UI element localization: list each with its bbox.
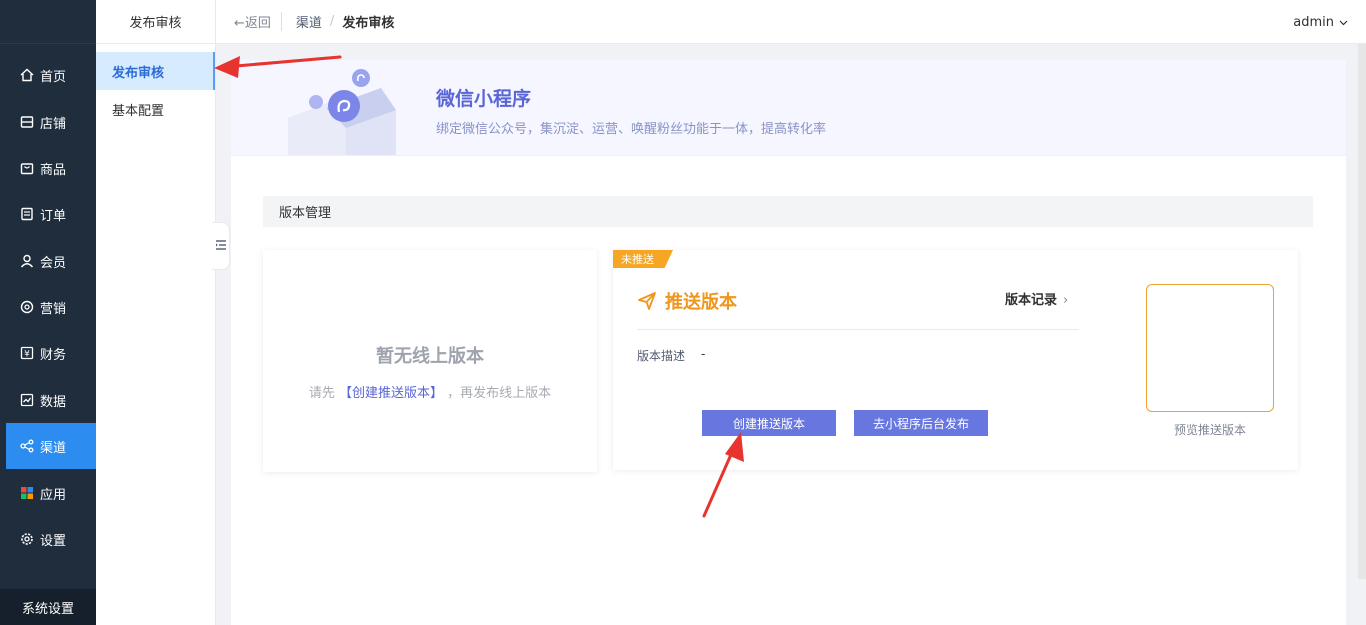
version-desc-value: - xyxy=(701,347,706,361)
username: admin xyxy=(1293,14,1334,30)
push-title: 推送版本 xyxy=(637,288,737,314)
nav-item-store[interactable]: 店铺 xyxy=(0,99,96,145)
subnav-item-basic-config[interactable]: 基本配置 xyxy=(96,90,215,128)
push-title-text: 推送版本 xyxy=(665,292,737,313)
preview-label: 预览推送版本 xyxy=(1173,423,1246,437)
subnav-title: 发布审核 xyxy=(96,0,215,44)
online-version-card: 暂无线上版本 请先 【创建推送版本】 ，再发布线上版本 xyxy=(263,250,597,472)
sub-nav: 发布审核 发布审核 基本配置 xyxy=(96,0,216,625)
nav-label: 数据 xyxy=(40,394,67,410)
nav-label: 首页 xyxy=(40,69,67,85)
collapse-sidebar-toggle[interactable] xyxy=(212,222,230,270)
yuan-icon: ¥ xyxy=(20,346,34,360)
empty-tip: 请先 【创建推送版本】 ，再发布线上版本 xyxy=(263,382,597,401)
breadcrumb-channel[interactable]: 渠道 xyxy=(296,12,322,31)
empty-title: 暂无线上版本 xyxy=(376,346,484,367)
chevron-down-icon xyxy=(1339,18,1348,27)
create-push-version-button[interactable]: 创建推送版本 xyxy=(702,410,836,436)
nav-item-data[interactable]: 数据 xyxy=(0,377,96,423)
chevron-right-icon: › xyxy=(1063,293,1069,308)
nav-item-settings[interactable]: 设置 xyxy=(0,516,96,562)
main-content: 微信小程序 绑定微信公众号，集沉淀、运营、唤醒粉丝功能于一体，提高转化率 版本管… xyxy=(231,60,1346,625)
chart-icon xyxy=(20,393,34,407)
logo-area xyxy=(0,0,96,44)
status-badge: 未推送 xyxy=(613,250,673,268)
user-menu[interactable]: admin xyxy=(1293,0,1348,44)
section-title: 版本管理 xyxy=(263,196,1313,227)
banner-subtitle: 绑定微信公众号，集沉淀、运营、唤醒粉丝功能于一体，提高转化率 xyxy=(436,122,827,137)
nav-label: 营销 xyxy=(40,301,67,317)
version-record-link[interactable]: 版本记录 › xyxy=(1005,289,1068,308)
banner: 微信小程序 绑定微信公众号，集沉淀、运营、唤醒粉丝功能于一体，提高转化率 xyxy=(231,60,1346,156)
subnav-item-publish-review[interactable]: 发布审核 xyxy=(96,52,215,90)
nav-label: 商品 xyxy=(40,162,67,178)
nav-item-apps[interactable]: 应用 xyxy=(0,470,96,516)
user-icon xyxy=(20,254,34,268)
tip-suffix: ，再发布线上版本 xyxy=(447,386,552,401)
marketing-icon xyxy=(20,300,34,314)
top-bar: ←返回 渠道 / 发布审核 admin xyxy=(216,0,1366,44)
home-icon xyxy=(20,68,34,82)
collapse-icon xyxy=(215,239,227,254)
page-scrollbar[interactable] xyxy=(1358,44,1366,579)
nav-label: 渠道 xyxy=(40,440,67,456)
apps-icon xyxy=(20,486,34,500)
gear-icon xyxy=(20,532,34,546)
version-desc-label: 版本描述 xyxy=(637,349,686,363)
nav-label: 店铺 xyxy=(40,116,67,132)
order-icon xyxy=(20,207,34,221)
nav-label: 设置 xyxy=(40,533,67,549)
nav-item-order[interactable]: 订单 xyxy=(0,191,96,237)
send-icon xyxy=(637,291,657,311)
svg-text:¥: ¥ xyxy=(24,350,30,360)
store-icon xyxy=(20,115,34,129)
mini-program-illustration xyxy=(288,69,396,155)
nav-item-channel[interactable]: 渠道 xyxy=(6,423,96,469)
back-link[interactable]: ←返回 xyxy=(234,12,282,31)
goods-icon xyxy=(20,161,34,175)
nav-label: 应用 xyxy=(40,487,67,503)
record-label: 版本记录 xyxy=(1005,293,1058,308)
nav-item-home[interactable]: 首页 xyxy=(0,52,96,98)
nav-item-marketing[interactable]: 营销 xyxy=(0,284,96,330)
divider xyxy=(637,329,1079,330)
create-push-version-link[interactable]: 【创建推送版本】 xyxy=(339,386,443,401)
channel-icon xyxy=(20,439,34,453)
nav-item-finance[interactable]: ¥ 财务 xyxy=(0,330,96,376)
banner-title: 微信小程序 xyxy=(436,88,532,110)
nav-label: 订单 xyxy=(40,208,67,224)
preview-qrcode-box xyxy=(1146,284,1274,412)
tip-prefix: 请先 xyxy=(308,386,335,401)
system-settings-button[interactable]: 系统设置 xyxy=(0,589,96,625)
nav-item-member[interactable]: 会员 xyxy=(0,238,96,284)
nav-label: 财务 xyxy=(40,347,67,363)
publish-in-backend-button[interactable]: 去小程序后台发布 xyxy=(854,410,988,436)
push-version-card: 未推送 推送版本 版本记录 › 版本描述 - 创建推送版本 去小程序后台发布 预览… xyxy=(613,250,1298,470)
breadcrumb-separator: / xyxy=(329,14,335,29)
breadcrumb-current: 发布审核 xyxy=(342,16,395,31)
main-nav: 首页 店铺 商品 订单 会员 营销 ¥ 财务 数据 渠道 应用 设置 系统设置 xyxy=(0,0,96,625)
nav-label: 会员 xyxy=(40,255,67,271)
nav-item-goods[interactable]: 商品 xyxy=(0,145,96,191)
